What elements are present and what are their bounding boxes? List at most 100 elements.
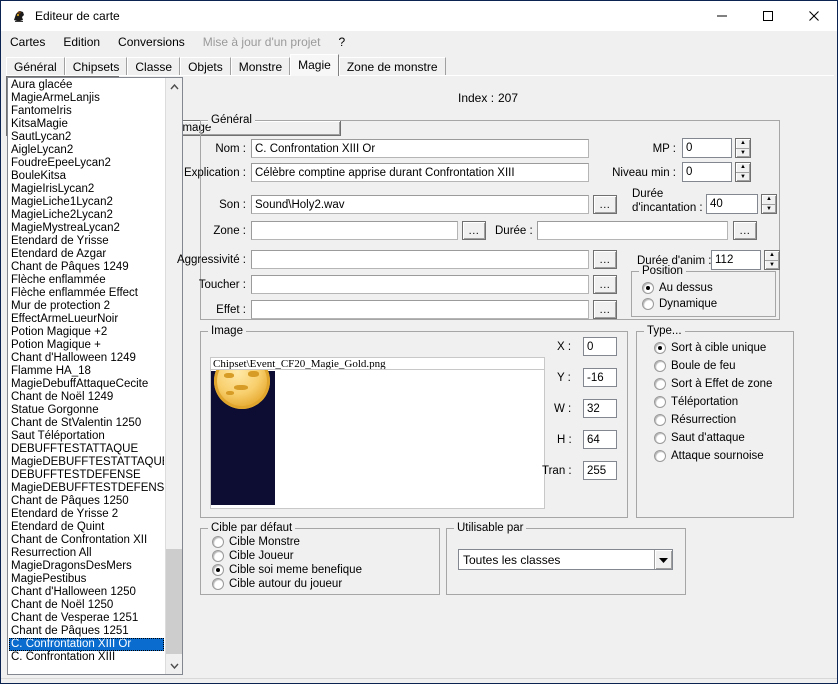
type-radio-resurrection[interactable]: Résurrection (654, 414, 736, 426)
type-radio-saut-dattaque[interactable]: Saut d'attaque (654, 432, 745, 444)
son-input[interactable]: Sound\Holy2.wav (251, 195, 589, 214)
list-item[interactable]: FoudreEpeeLycan2 (9, 157, 164, 170)
list-item[interactable]: Etendard de Yrisse (9, 235, 164, 248)
image-preview-canvas[interactable] (210, 369, 545, 509)
aggressivite-browse-button[interactable]: ... (593, 250, 617, 269)
zone-input[interactable] (251, 221, 458, 240)
scrollbar-thumb[interactable] (166, 549, 183, 654)
close-button[interactable] (791, 1, 837, 31)
image-y-input[interactable]: -16 (583, 368, 617, 387)
tab-monstre[interactable]: Monstre (231, 57, 290, 76)
list-item[interactable]: Potion Magique + (9, 339, 164, 352)
list-item[interactable]: BouleKitsa (9, 170, 164, 183)
niveau-min-input[interactable]: 0 (682, 162, 732, 182)
default-target-radio-autour[interactable]: Cible autour du joueur (212, 578, 342, 590)
menu-item-edition[interactable]: Edition (54, 33, 109, 51)
image-h-input[interactable]: 64 (583, 430, 617, 449)
list-item[interactable]: Chant de Noël 1250 (9, 599, 164, 612)
list-item[interactable]: Aura glacée (9, 79, 164, 92)
duree-anim-spinner-down[interactable]: ▼ (765, 261, 779, 270)
list-item[interactable]: MagieLiche2Lycan2 (9, 209, 164, 222)
list-item[interactable]: MagieArmeLanjis (9, 92, 164, 105)
list-item[interactable]: Etendard de Quint (9, 521, 164, 534)
maximize-button[interactable] (745, 1, 791, 31)
list-item[interactable]: DEBUFFTESTDEFENSE (9, 469, 164, 482)
aggressivite-input[interactable] (251, 250, 589, 269)
mp-spinner[interactable]: ▲ ▼ (735, 138, 751, 158)
nom-input[interactable]: C. Confrontation XIII Or (251, 139, 589, 158)
duree-anim-spinner-up[interactable]: ▲ (765, 251, 779, 261)
default-target-radio-soi-meme[interactable]: Cible soi meme benefique (212, 564, 362, 576)
menu-item-conversions[interactable]: Conversions (109, 33, 194, 51)
duree-browse-button[interactable]: ... (733, 221, 757, 240)
spell-list-items[interactable]: Potion glacéeAura glacéeMagieArmeLanjisF… (9, 77, 164, 662)
chevron-up-icon[interactable] (166, 78, 183, 95)
usable-by-combobox[interactable]: Toutes les classes (458, 549, 673, 570)
tab-classe[interactable]: Classe (127, 57, 180, 76)
niveau-min-spinner-up[interactable]: ▲ (736, 163, 750, 173)
type-radio-sort-cible-unique[interactable]: Sort à cible unique (654, 342, 766, 354)
duree-incantation-input[interactable]: 40 (706, 194, 758, 214)
list-item[interactable]: Chant de Pâques 1250 (9, 495, 164, 508)
list-item[interactable]: Mur de protection 2 (9, 300, 164, 313)
list-item[interactable]: EffectArmeLueurNoir (9, 313, 164, 326)
toucher-browse-button[interactable]: ... (593, 275, 617, 294)
type-radio-teleportation[interactable]: Téléportation (654, 396, 738, 408)
list-item[interactable]: MagieDEBUFFTESTDEFENSE (9, 482, 164, 495)
list-item[interactable]: Chant d'Halloween 1249 (9, 352, 164, 365)
list-item[interactable]: Flèche enflammée (9, 274, 164, 287)
effet-input[interactable] (251, 300, 589, 319)
image-x-input[interactable]: 0 (583, 337, 617, 356)
type-radio-boule-de-feu[interactable]: Boule de feu (654, 360, 736, 372)
list-item[interactable]: MagieDEBUFFTESTATTAQUE (9, 456, 164, 469)
mp-input[interactable]: 0 (682, 138, 732, 158)
list-item[interactable]: MagieMystreaLycan2 (9, 222, 164, 235)
list-item[interactable]: Chant de Pâques 1251 (9, 625, 164, 638)
list-item[interactable]: Statue Gorgonne (9, 404, 164, 417)
duree-incantation-spinner-up[interactable]: ▲ (762, 195, 776, 205)
list-item[interactable]: Flamme HA_18 (9, 365, 164, 378)
zone-browse-button[interactable]: ... (462, 221, 486, 240)
list-item[interactable]: SautLycan2 (9, 131, 164, 144)
list-item[interactable]: Chant de Confrontation XII (9, 534, 164, 547)
tab-zone-de-monstre[interactable]: Zone de monstre (339, 57, 446, 76)
list-item[interactable]: Resurrection All (9, 547, 164, 560)
list-item[interactable]: Chant d'Halloween 1250 (9, 586, 164, 599)
list-item[interactable]: MagiePestibus (9, 573, 164, 586)
position-radio-dynamique[interactable]: Dynamique (642, 298, 717, 310)
spell-listbox[interactable]: Potion glacéeAura glacéeMagieArmeLanjisF… (7, 77, 183, 675)
type-radio-attaque-sournoise[interactable]: Attaque sournoise (654, 450, 764, 462)
list-item[interactable]: DEBUFFTESTATTAQUE (9, 443, 164, 456)
list-item[interactable]: MagieLiche1Lycan2 (9, 196, 164, 209)
default-target-radio-monstre[interactable]: Cible Monstre (212, 536, 300, 548)
list-item[interactable]: MagieDebuffAttaqueCecite (9, 378, 164, 391)
tab-general[interactable]: Général (6, 57, 65, 76)
image-tran-input[interactable]: 255 (583, 461, 617, 480)
chevron-down-icon[interactable] (166, 657, 183, 674)
duree-anim-spinner[interactable]: ▲ ▼ (764, 250, 780, 270)
list-item[interactable]: C. Confrontation XIII Or (9, 638, 164, 651)
tab-magie[interactable]: Magie (290, 54, 339, 76)
explication-input[interactable]: Célèbre comptine apprise durant Confront… (251, 163, 589, 182)
tab-chipsets[interactable]: Chipsets (65, 57, 128, 76)
duree-anim-input[interactable]: 112 (711, 250, 761, 270)
effet-browse-button[interactable]: ... (593, 300, 617, 319)
list-item[interactable]: MagieIrisLycan2 (9, 183, 164, 196)
position-radio-au-dessus[interactable]: Au dessus (642, 282, 713, 294)
son-browse-button[interactable]: ... (593, 195, 617, 214)
tab-objets[interactable]: Objets (180, 57, 231, 76)
list-item[interactable]: Chant de Pâques 1249 (9, 261, 164, 274)
type-radio-sort-effet-de-zone[interactable]: Sort à Effet de zone (654, 378, 772, 390)
list-item[interactable]: Saut Téléportation (9, 430, 164, 443)
list-item[interactable]: C. Confrontation XIII (9, 651, 164, 662)
list-item[interactable]: AigleLycan2 (9, 144, 164, 157)
list-item[interactable]: Potion Magique +2 (9, 326, 164, 339)
list-item[interactable]: Etendard de Azgar (9, 248, 164, 261)
list-item[interactable]: MagieDragonsDesMers (9, 560, 164, 573)
list-item[interactable]: Chant de Vesperae 1251 (9, 612, 164, 625)
mp-spinner-down[interactable]: ▼ (736, 149, 750, 158)
list-item[interactable]: KitsaMagie (9, 118, 164, 131)
list-item[interactable]: Chant de Noël 1249 (9, 391, 164, 404)
list-item[interactable]: Flèche enflammée Effect (9, 287, 164, 300)
image-w-input[interactable]: 32 (583, 399, 617, 418)
